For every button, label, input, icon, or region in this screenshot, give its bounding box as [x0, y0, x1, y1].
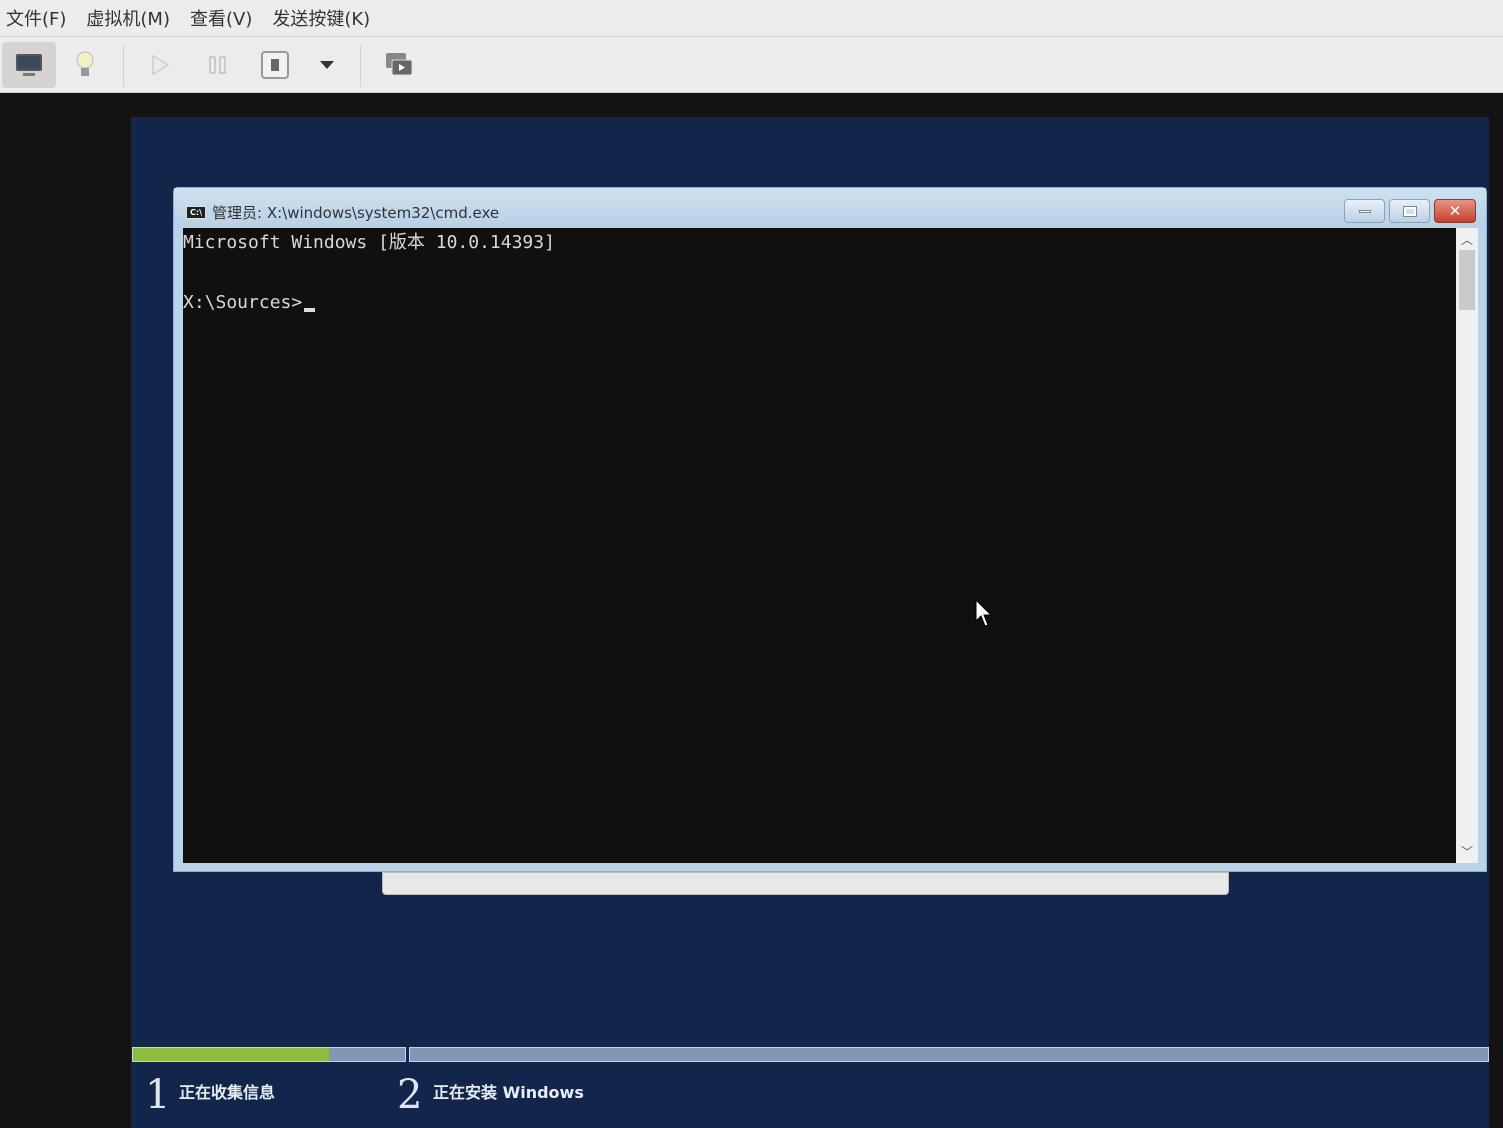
pause-button[interactable] [191, 42, 245, 88]
menubar: 文件(F) 虚拟机(M) 查看(V) 发送按键(K) [0, 0, 1503, 37]
power-menu-dropdown[interactable] [300, 42, 354, 88]
setup-progress [131, 1047, 1489, 1062]
run-button[interactable] [133, 42, 187, 88]
toolbar [0, 37, 1503, 93]
screens-icon [386, 53, 413, 76]
console-prompt: X:\Sources> [183, 292, 316, 313]
console-output[interactable]: Microsoft Windows [版本 10.0.14393] X:\Sou… [183, 228, 1456, 863]
scroll-up-icon[interactable]: ︿ [1456, 231, 1478, 248]
power-switch-icon [261, 51, 289, 79]
close-button[interactable]: ✕ [1434, 199, 1476, 223]
setup-dialog-edge [382, 872, 1229, 895]
cmd-icon: C:\ [186, 206, 206, 219]
close-icon: ✕ [1448, 202, 1462, 220]
play-icon [152, 54, 170, 76]
step1-label: 正在收集信息 [179, 1083, 276, 1102]
console-line: Microsoft Windows [版本 10.0.14393] [183, 232, 555, 253]
cmd-window[interactable]: C:\ 管理员: X:\windows\system32\cmd.exe ✕ M… [173, 187, 1487, 872]
cmd-titlebar[interactable]: C:\ 管理员: X:\windows\system32\cmd.exe ✕ [174, 188, 1486, 228]
chevron-down-icon [320, 61, 334, 69]
maximize-button[interactable] [1389, 199, 1430, 223]
text-cursor [304, 308, 316, 312]
menu-vm[interactable]: 虚拟机(M) [86, 5, 170, 31]
step2-number: 2 [397, 1072, 423, 1118]
progress-step1 [132, 1047, 406, 1062]
menu-send-key[interactable]: 发送按键(K) [272, 5, 370, 31]
vm-display[interactable]: C:\ 管理员: X:\windows\system32\cmd.exe ✕ M… [131, 117, 1489, 1128]
menu-file[interactable]: 文件(F) [6, 5, 66, 31]
lightbulb-icon [76, 51, 94, 76]
mouse-pointer-icon [975, 599, 993, 627]
cmd-title: 管理员: X:\windows\system32\cmd.exe [212, 204, 500, 222]
pause-icon [209, 56, 226, 74]
maximize-icon [1402, 205, 1417, 217]
menu-view[interactable]: 查看(V) [190, 5, 252, 31]
scroll-down-icon[interactable]: ﹀ [1456, 843, 1478, 860]
progress-step2 [409, 1047, 1489, 1062]
console-view-button[interactable] [2, 42, 56, 88]
prompt-text: X:\Sources> [183, 292, 303, 313]
step2-label: 正在安装 Windows [433, 1083, 584, 1102]
fullscreen-button[interactable] [372, 42, 426, 88]
monitor-icon [16, 54, 42, 76]
progress-fill [133, 1048, 329, 1061]
power-button[interactable] [248, 42, 302, 88]
scroll-thumb[interactable] [1459, 250, 1475, 310]
step1-number: 1 [145, 1072, 171, 1118]
minimize-icon [1358, 209, 1371, 213]
minimize-button[interactable] [1344, 199, 1385, 223]
scrollbar[interactable]: ︿ ﹀ [1456, 228, 1478, 863]
details-button[interactable] [58, 42, 112, 88]
